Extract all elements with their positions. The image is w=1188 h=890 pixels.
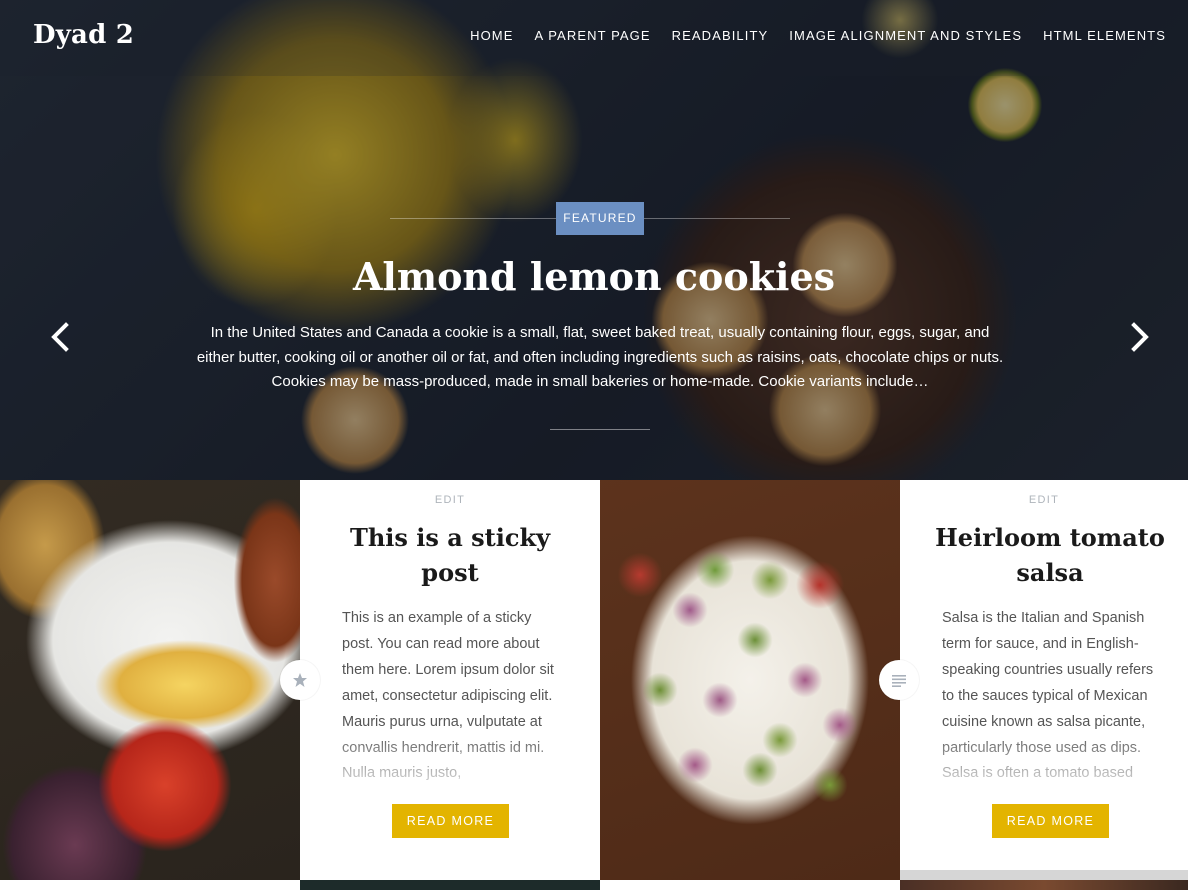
food-plate-image — [0, 480, 300, 880]
post-format-badge-standard — [879, 660, 919, 700]
nav-item-image-alignment[interactable]: IMAGE ALIGNMENT AND STYLES — [789, 28, 1022, 43]
hero-post-excerpt: In the United States and Canada a cookie… — [196, 324, 1004, 390]
next-row-thumbnail — [300, 880, 600, 890]
site-title[interactable]: Dyad 2 — [33, 20, 134, 50]
post-title[interactable]: Heirloom tomato salsa — [930, 520, 1170, 590]
post-thumbnail-sticky[interactable] — [0, 480, 300, 880]
read-more-button[interactable]: READ MORE — [992, 804, 1109, 838]
star-icon — [293, 673, 307, 687]
hero-bottom-divider — [550, 429, 650, 430]
read-more-button[interactable]: READ MORE — [392, 804, 509, 838]
card-bottom-strip — [900, 870, 1188, 880]
main-navigation: HOME A PARENT PAGE READABILITY IMAGE ALI… — [470, 28, 1166, 43]
posts-grid: EDIT This is a sticky post This is an ex… — [0, 480, 1188, 890]
post-title[interactable]: This is a sticky post — [330, 520, 570, 590]
edit-link[interactable]: EDIT — [900, 494, 1188, 506]
next-row-thumbnail — [900, 880, 1188, 890]
featured-slider: Dyad 2 HOME A PARENT PAGE READABILITY IM… — [0, 0, 1188, 480]
post-card-sticky: EDIT This is a sticky post This is an ex… — [300, 480, 600, 880]
excerpt-fade — [300, 730, 600, 792]
hero-post-title[interactable]: Almond lemon cookies — [0, 254, 1188, 299]
peppers-tomatillos-image — [600, 480, 900, 880]
slider-next-button[interactable] — [1122, 320, 1156, 354]
featured-badge[interactable]: FEATURED — [556, 202, 644, 235]
slider-prev-button[interactable] — [44, 320, 78, 354]
post-format-badge-sticky — [280, 660, 320, 700]
chevron-right-icon — [1131, 322, 1149, 352]
excerpt-fade — [900, 730, 1188, 792]
edit-link[interactable]: EDIT — [300, 494, 600, 506]
nav-item-parent-page[interactable]: A PARENT PAGE — [534, 28, 650, 43]
next-row-card — [0, 880, 300, 890]
text-lines-icon — [892, 675, 906, 687]
nav-item-home[interactable]: HOME — [470, 28, 513, 43]
nav-item-readability[interactable]: READABILITY — [672, 28, 769, 43]
nav-item-html-elements[interactable]: HTML ELEMENTS — [1043, 28, 1166, 43]
post-card-salsa: EDIT Heirloom tomato salsa Salsa is the … — [900, 480, 1188, 880]
post-thumbnail-salsa[interactable] — [600, 480, 900, 880]
next-row-card — [600, 880, 900, 890]
chevron-left-icon — [51, 322, 69, 352]
